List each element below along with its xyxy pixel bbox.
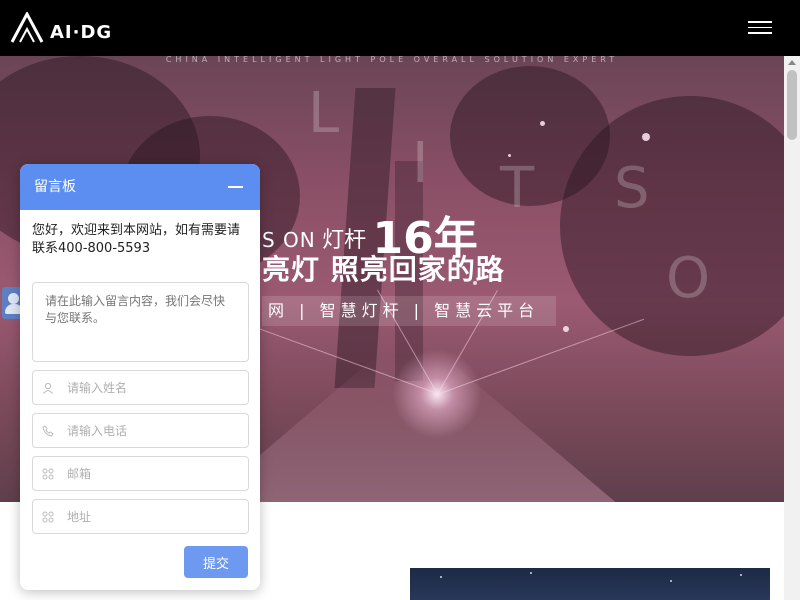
top-navbar: AI·DG <box>0 0 800 56</box>
logo-text: AI·DG <box>50 21 113 43</box>
phone-input[interactable] <box>67 423 237 438</box>
email-input[interactable] <box>67 466 237 481</box>
name-field[interactable] <box>32 370 249 405</box>
address-field[interactable] <box>32 499 249 534</box>
night-sky-image <box>410 568 770 600</box>
page-scrollbar[interactable] <box>784 56 800 600</box>
submit-button[interactable]: 提交 <box>184 546 248 578</box>
scroll-up-arrow-icon[interactable] <box>788 60 796 65</box>
site-logo[interactable]: AI·DG <box>10 12 112 44</box>
logo-mark-icon <box>10 12 44 43</box>
deco-letter: I <box>412 131 429 196</box>
user-icon <box>33 382 63 394</box>
message-board-panel: 留言板 您好，欢迎来到本网站，如有需要请联系400-800-5593 提交 <box>20 164 260 590</box>
grid-icon <box>33 468 63 480</box>
deco-letter: O <box>666 246 711 311</box>
hamburger-menu-icon[interactable] <box>748 17 772 37</box>
phone-field[interactable] <box>32 413 249 448</box>
deco-letter: T <box>500 156 535 221</box>
minimize-icon[interactable] <box>228 186 243 188</box>
message-board-header: 留言板 <box>20 164 260 210</box>
message-board-title: 留言板 <box>34 179 76 195</box>
message-textarea[interactable] <box>32 282 249 362</box>
name-input[interactable] <box>67 380 237 395</box>
hero-feature-strip: 网 | 智慧灯杆 | 智慧云平台 <box>262 296 556 326</box>
email-field[interactable] <box>32 456 249 491</box>
grid-icon <box>33 511 63 523</box>
hero-subheadline: 亮灯 照亮回家的路 <box>262 253 505 286</box>
welcome-notice: 您好，欢迎来到本网站，如有需要请联系400-800-5593 <box>32 223 241 256</box>
deco-letter: L <box>308 81 340 146</box>
scroll-thumb[interactable] <box>787 70 797 140</box>
address-input[interactable] <box>67 509 237 524</box>
phone-icon <box>33 424 63 437</box>
deco-letter: S <box>614 156 650 221</box>
